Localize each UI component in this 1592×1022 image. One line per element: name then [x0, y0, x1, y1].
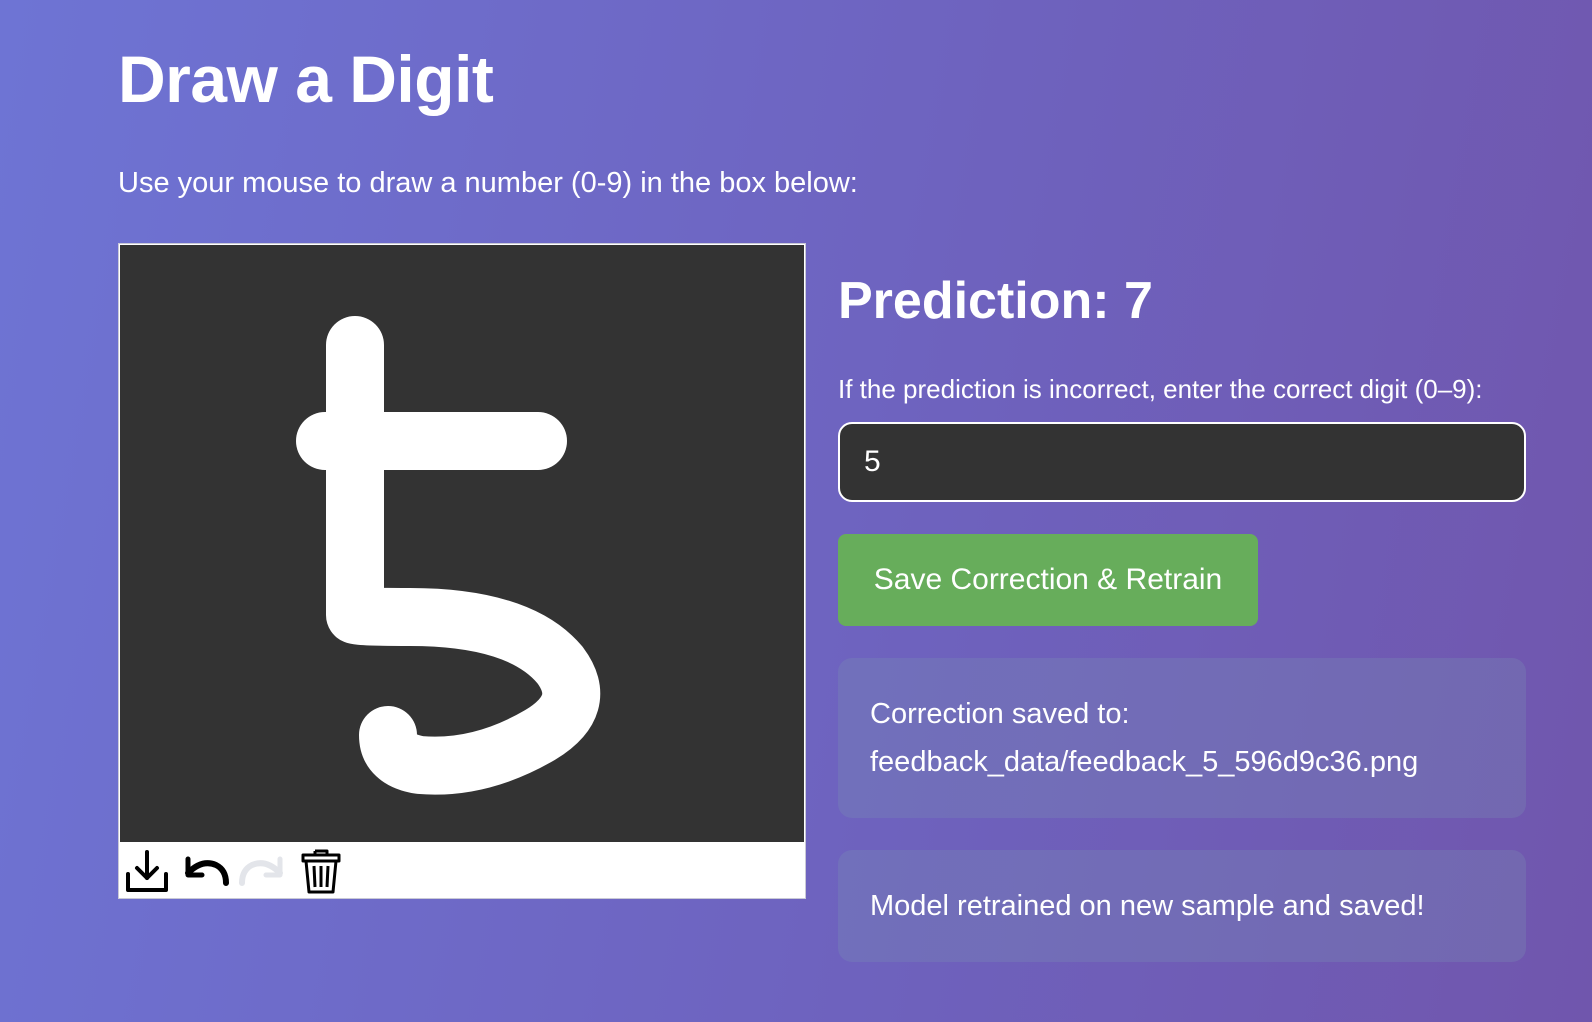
canvas-toolbar	[119, 843, 805, 898]
stroke-vertical	[326, 316, 601, 795]
redo-button[interactable]	[235, 845, 291, 897]
prediction-heading: Prediction: 7	[838, 272, 1153, 330]
correct-digit-label: If the prediction is incorrect, enter th…	[838, 374, 1483, 404]
correction-saved-message: Correction saved to: feedback_data/feedb…	[838, 658, 1526, 818]
retrained-message: Model retrained on new sample and saved!	[838, 850, 1526, 962]
page-title: Draw a Digit	[118, 42, 494, 116]
drawn-digit-strokes	[296, 316, 601, 795]
download-button[interactable]	[119, 845, 175, 897]
save-correction-button[interactable]: Save Correction & Retrain	[838, 534, 1258, 626]
correct-digit-input[interactable]	[838, 422, 1526, 502]
instructions-text: Use your mouse to draw a number (0-9) in…	[118, 167, 858, 199]
download-icon	[124, 848, 170, 894]
undo-icon	[180, 851, 230, 891]
clear-canvas-button[interactable]	[293, 845, 349, 897]
redo-icon	[238, 851, 288, 891]
retrained-message-text: Model retrained on new sample and saved!	[870, 890, 1425, 922]
trash-icon	[301, 847, 341, 895]
correction-saved-path: feedback_data/feedback_5_596d9c36.png	[870, 746, 1419, 778]
correction-saved-label: Correction saved to:	[870, 698, 1130, 730]
drawing-canvas[interactable]	[120, 245, 804, 842]
drawing-canvas-widget	[118, 243, 806, 899]
undo-button[interactable]	[177, 845, 233, 897]
